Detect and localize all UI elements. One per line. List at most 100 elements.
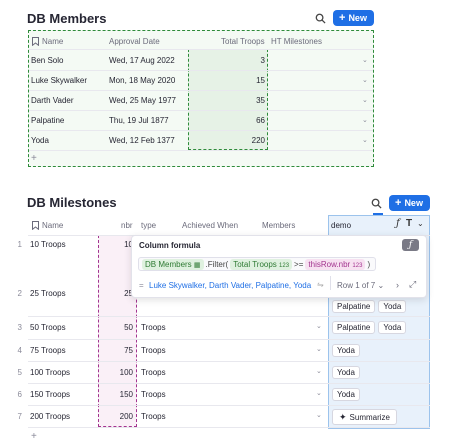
milestone-name-2[interactable]: 25 Troops: [30, 289, 66, 298]
milestone-type-7[interactable]: Troops: [141, 412, 166, 421]
field-ref-chip[interactable]: Total Troops 123: [230, 258, 293, 270]
bookmark-icon: [32, 37, 39, 46]
row-number: 6: [17, 390, 22, 399]
milestone-name-6[interactable]: 150 Troops: [30, 390, 70, 399]
milestone-name-3[interactable]: 50 Troops: [30, 323, 66, 332]
members-col-approval-date[interactable]: Approval Date: [109, 37, 160, 46]
members-col-total-troops[interactable]: Total Troops: [221, 37, 265, 46]
row-number: 1: [17, 240, 22, 249]
table-ref-chip[interactable]: DB Members ▦: [142, 258, 204, 270]
chevron-down-icon[interactable]: ⌄: [316, 322, 322, 330]
this-row-ref-chip[interactable]: thisRow.nbr 123: [305, 258, 366, 270]
milestone-type-4[interactable]: Troops: [141, 346, 166, 355]
milestones-col-type[interactable]: type: [141, 221, 156, 230]
milestones-search-button[interactable]: [367, 194, 385, 212]
member-date-3[interactable]: Wed, 25 May 1977: [109, 96, 176, 105]
text-format-icon[interactable]: T: [406, 218, 412, 229]
members-col-name[interactable]: Name: [32, 37, 63, 46]
milestone-name-4[interactable]: 75 Troops: [30, 346, 66, 355]
row-number: 4: [17, 346, 22, 355]
members-title: DB Members: [27, 11, 107, 26]
milestone-type-5[interactable]: Troops: [141, 368, 166, 377]
demo-cell-4[interactable]: Yoda: [332, 344, 363, 357]
chevron-down-icon[interactable]: ⌄: [362, 76, 368, 84]
row-number: 2: [17, 289, 22, 298]
milestone-type-6[interactable]: Troops: [141, 390, 166, 399]
milestones-col-nbr[interactable]: nbr: [121, 221, 133, 230]
formula-result: Luke Skywalker, Darth Vader, Palpatine, …: [149, 281, 312, 290]
demo-cell-2[interactable]: Palpatine Yoda: [332, 300, 409, 313]
member-troops-4[interactable]: 66: [190, 116, 265, 125]
milestones-col-members[interactable]: Members: [262, 221, 295, 230]
plus-icon: +: [339, 11, 346, 24]
number-icon: 123: [279, 262, 290, 269]
milestone-type-3[interactable]: Troops: [141, 323, 166, 332]
members-col-ht-milestones[interactable]: HT Milestones: [271, 37, 322, 46]
milestones-col-demo[interactable]: demo: [331, 221, 351, 230]
row-selector[interactable]: Row 1 of 7 ⌄: [337, 281, 384, 290]
members-search-button[interactable]: [311, 9, 329, 27]
search-icon: [315, 13, 326, 24]
member-troops-3[interactable]: 35: [190, 96, 265, 105]
chevron-down-icon[interactable]: ⌄: [362, 56, 368, 64]
milestone-name-1[interactable]: 10 Troops: [30, 240, 66, 249]
member-name-2[interactable]: Luke Skywalker: [31, 76, 87, 85]
demo-cell-3[interactable]: Palpatine Yoda: [332, 321, 409, 334]
chevron-down-icon[interactable]: ⌄: [316, 389, 322, 397]
milestones-add-row-button[interactable]: +: [31, 431, 37, 442]
member-name-3[interactable]: Darth Vader: [31, 96, 74, 105]
sparkle-icon: ✦: [339, 411, 347, 422]
member-name-1[interactable]: Ben Solo: [31, 56, 63, 65]
column-drag-handle[interactable]: [373, 213, 383, 215]
chevron-right-icon[interactable]: ›: [396, 280, 399, 290]
member-name-4[interactable]: Palpatine: [31, 116, 64, 125]
expand-icon[interactable]: ⤢: [409, 279, 416, 290]
member-troops-2[interactable]: 15: [190, 76, 265, 85]
member-troops-5[interactable]: 220: [190, 136, 265, 145]
summarize-button[interactable]: ✦ Summarize: [332, 409, 397, 425]
members-new-button[interactable]: + New: [333, 10, 374, 26]
chevron-down-icon[interactable]: ⌄: [362, 116, 368, 124]
milestone-nbr-2[interactable]: 25: [100, 289, 133, 298]
member-date-4[interactable]: Thu, 19 Jul 1877: [109, 116, 169, 125]
formula-popup: Column formula ƒ DB Members ▦ .Filter( T…: [131, 235, 427, 298]
members-add-row-button[interactable]: +: [31, 153, 37, 164]
member-date-5[interactable]: Wed, 12 Feb 1377: [109, 136, 175, 145]
demo-cell-5[interactable]: Yoda: [332, 366, 363, 379]
milestones-col-name[interactable]: Name: [32, 221, 63, 230]
result-equals: =: [139, 281, 144, 290]
milestone-name-7[interactable]: 200 Troops: [30, 412, 70, 421]
member-date-2[interactable]: Mon, 18 May 2020: [109, 76, 175, 85]
milestone-nbr-5[interactable]: 100: [100, 368, 133, 377]
search-icon: [371, 198, 382, 209]
formula-editor[interactable]: DB Members ▦ .Filter( Total Troops 123 >…: [138, 257, 376, 271]
milestones-title: DB Milestones: [27, 195, 117, 210]
chevron-down-icon[interactable]: ⌄: [316, 345, 322, 353]
bookmark-icon: [32, 221, 39, 230]
chevron-down-icon[interactable]: ⌄: [316, 367, 322, 375]
member-troops-1[interactable]: 3: [190, 56, 265, 65]
milestone-nbr-4[interactable]: 75: [100, 346, 133, 355]
formula-icon[interactable]: ƒ: [402, 239, 419, 251]
chevron-down-icon[interactable]: ⌄: [417, 219, 424, 228]
milestone-nbr-1[interactable]: 10: [100, 240, 133, 249]
number-icon: 123: [352, 262, 363, 269]
formula-popup-title: Column formula: [139, 241, 201, 250]
chevron-down-icon[interactable]: ⌄: [362, 96, 368, 104]
link-icon[interactable]: ⇋: [317, 280, 324, 289]
row-number: 5: [17, 368, 22, 377]
member-name-5[interactable]: Yoda: [31, 136, 49, 145]
member-date-1[interactable]: Wed, 17 Aug 2022: [109, 56, 175, 65]
milestones-new-button[interactable]: + New: [389, 195, 430, 211]
chevron-down-icon[interactable]: ⌄: [316, 411, 322, 419]
chevron-down-icon[interactable]: ⌄: [362, 136, 368, 144]
chevron-down-icon: ⌄: [377, 281, 385, 290]
demo-cell-6[interactable]: Yoda: [332, 388, 363, 401]
milestone-nbr-6[interactable]: 150: [100, 390, 133, 399]
row-number: 3: [17, 323, 22, 332]
milestones-col-achieved-when[interactable]: Achieved When: [182, 221, 238, 230]
milestone-nbr-7[interactable]: 200: [100, 412, 133, 421]
milestone-nbr-3[interactable]: 50: [100, 323, 133, 332]
milestone-name-5[interactable]: 100 Troops: [30, 368, 70, 377]
formula-icon[interactable]: ƒ: [396, 218, 400, 229]
